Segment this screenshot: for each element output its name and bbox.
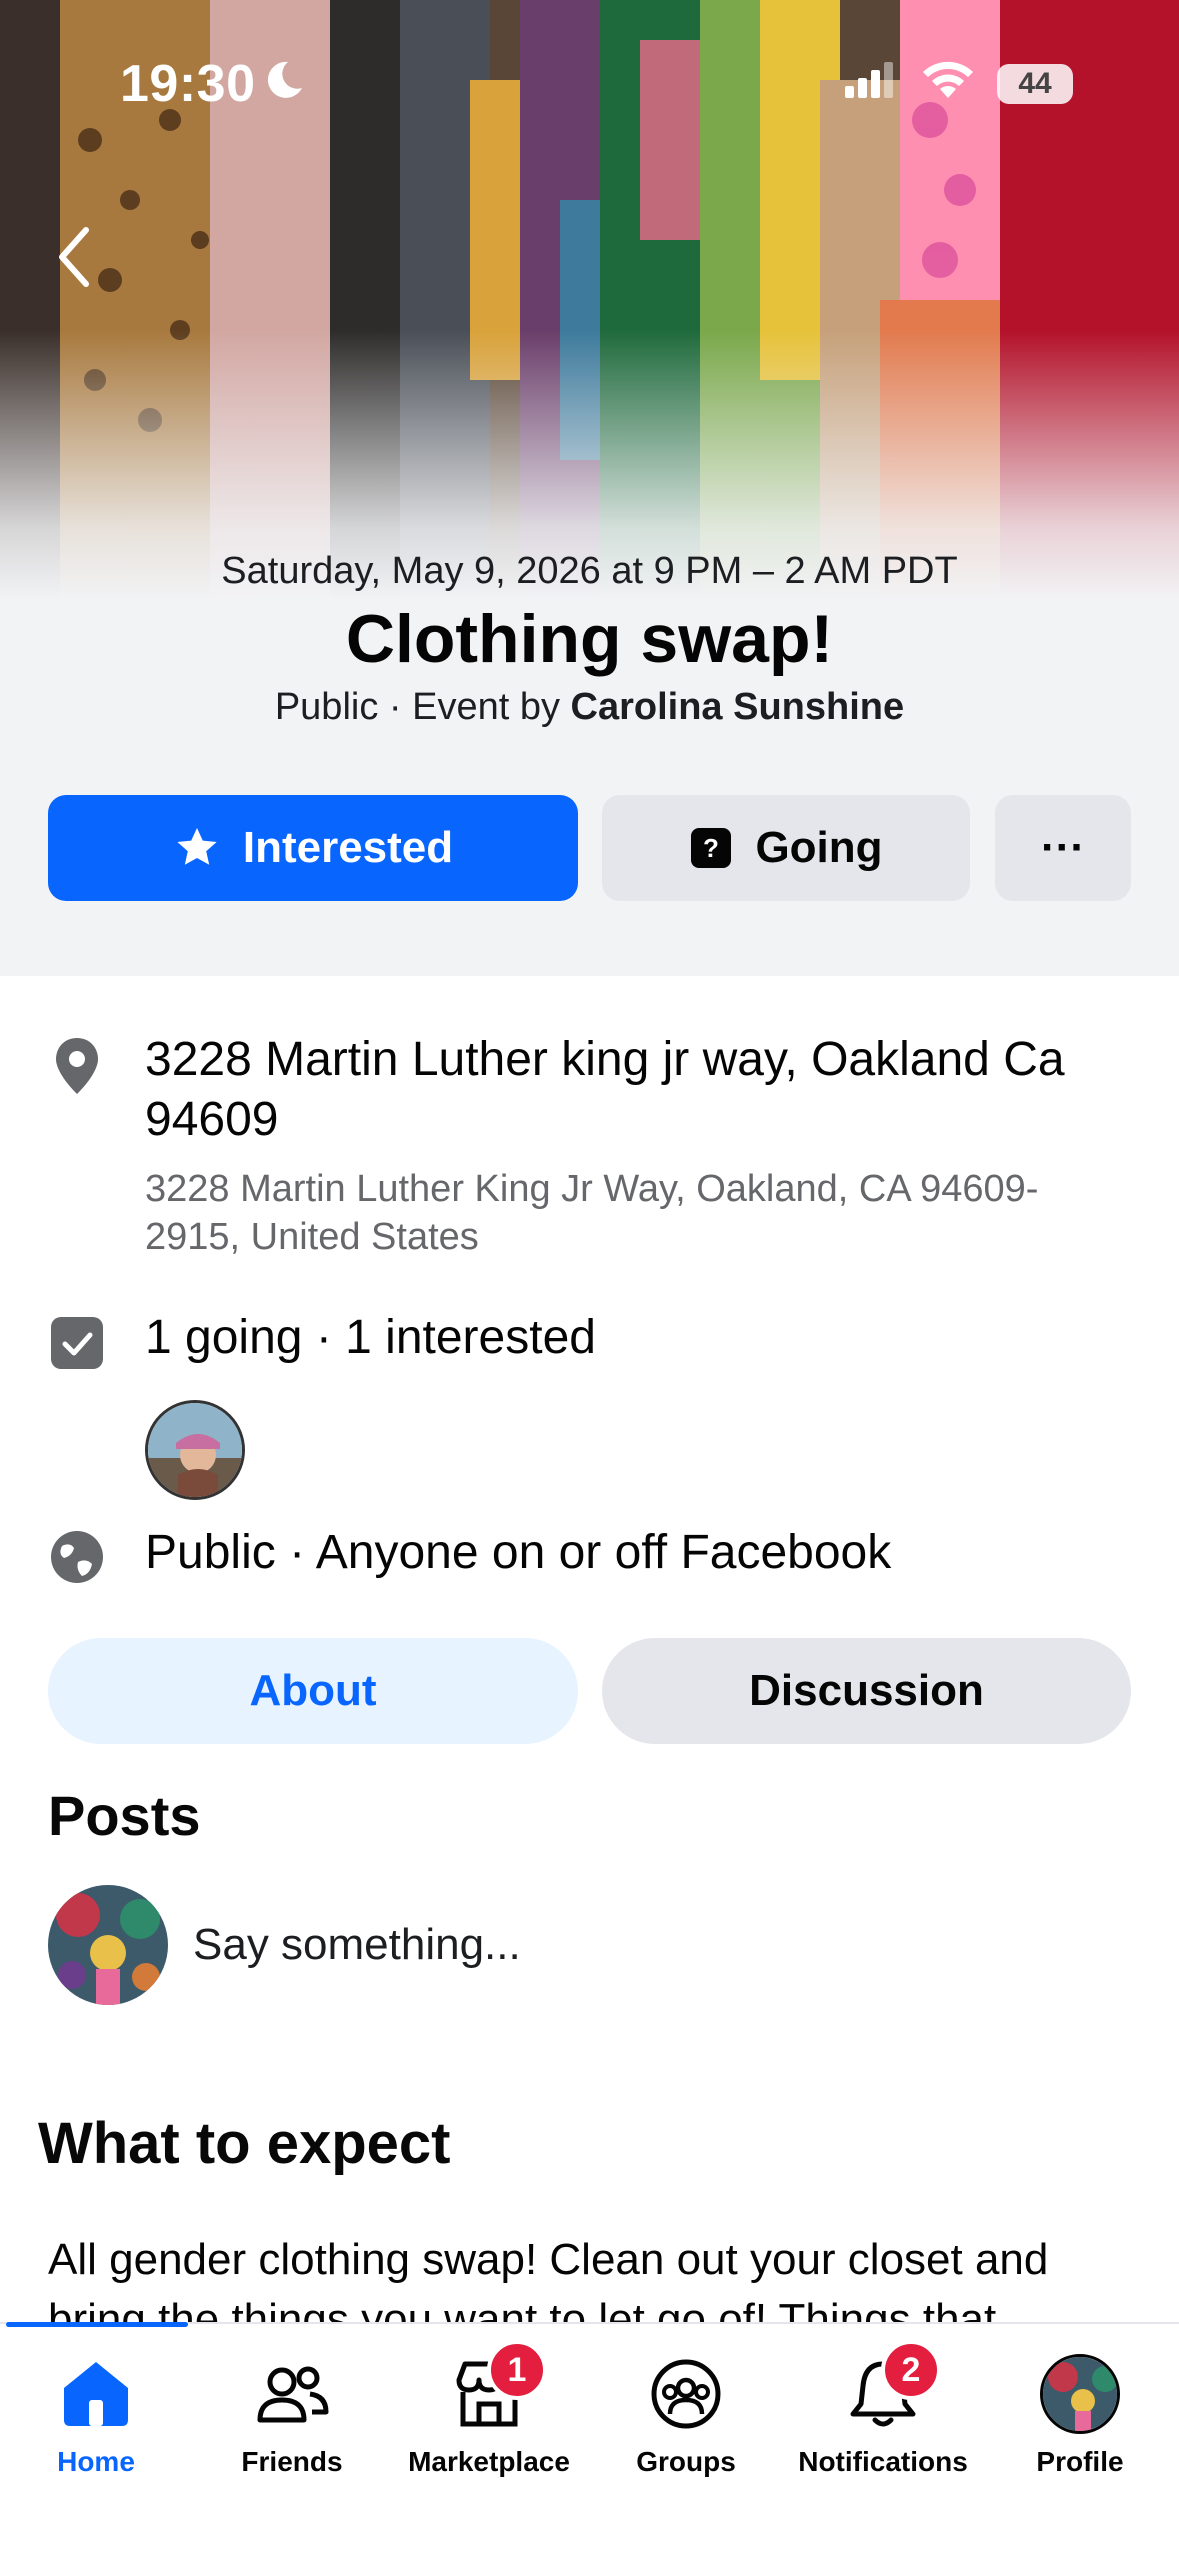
calendar-check-icon: [51, 1317, 103, 1369]
back-arrow-icon[interactable]: [48, 222, 98, 292]
what-to-expect-heading: What to expect: [38, 2111, 451, 2176]
home-icon: [64, 2362, 128, 2426]
posts-heading: Posts: [48, 1784, 201, 1847]
status-time: 19:30: [120, 55, 256, 113]
interested-button[interactable]: Interested: [48, 795, 578, 901]
nav-groups[interactable]: Groups: [588, 2354, 784, 2478]
groups-icon: [651, 2359, 721, 2429]
event-by-label: · Event by: [388, 686, 560, 728]
event-privacy: Public: [274, 686, 379, 728]
attendee-avatar[interactable]: [145, 1400, 245, 1500]
location-pin-icon: [56, 1038, 98, 1094]
nav-friends[interactable]: Friends: [194, 2354, 390, 2478]
wifi-icon: [923, 61, 973, 98]
event-host-link[interactable]: Carolina Sunshine: [571, 686, 905, 728]
going-question-icon: ?: [691, 828, 732, 868]
event-address[interactable]: 3228 Martin Luther king jr way, Oakland …: [145, 1030, 1145, 1150]
event-header: 19:30 44 Saturday, May 9, 2026 at 9 PM –…: [0, 0, 1179, 976]
going-button[interactable]: ? Going: [602, 795, 970, 901]
event-subtitle: Public · Event by Carolina Sunshine: [0, 686, 1179, 729]
post-composer-input[interactable]: Say something...: [193, 1920, 521, 1970]
more-options-button[interactable]: ···: [995, 795, 1131, 901]
event-description: All gender clothing swap! Clean out your…: [48, 2235, 1049, 2325]
moon-icon: [267, 61, 302, 98]
bottom-nav-bar: Home Friends 1 Marketplace Groups 2 Noti…: [0, 2322, 1179, 2558]
nav-active-indicator: [6, 2322, 188, 2327]
attendance-count[interactable]: 1 going · 1 interested: [145, 1310, 596, 1365]
star-icon: [177, 828, 217, 865]
signal-icon: [845, 62, 893, 98]
marketplace-badge: 1: [487, 2340, 547, 2400]
status-bar: 19:30 44: [0, 0, 1179, 170]
globe-icon: [51, 1531, 103, 1583]
battery-indicator: 44: [997, 64, 1073, 104]
nav-notifications[interactable]: 2 Notifications: [785, 2340, 981, 2478]
notifications-badge: 2: [881, 2340, 941, 2400]
event-address-full: 3228 Martin Luther King Jr Way, Oakland,…: [145, 1168, 1039, 1258]
friends-icon: [257, 2366, 329, 2423]
nav-profile[interactable]: Profile: [982, 2354, 1178, 2478]
nav-home[interactable]: Home: [0, 2354, 194, 2478]
tab-discussion[interactable]: Discussion: [602, 1638, 1131, 1744]
nav-marketplace[interactable]: 1 Marketplace: [391, 2340, 587, 2478]
event-date: Saturday, May 9, 2026 at 9 PM – 2 AM PDT: [221, 550, 958, 592]
svg-text:?: ?: [704, 833, 720, 863]
tab-about[interactable]: About: [48, 1638, 578, 1744]
event-title: Clothing swap!: [345, 601, 834, 677]
profile-avatar: [1043, 2357, 1117, 2431]
event-visibility: Public · Anyone on or off Facebook: [145, 1526, 892, 1579]
user-avatar[interactable]: [48, 1885, 168, 2005]
